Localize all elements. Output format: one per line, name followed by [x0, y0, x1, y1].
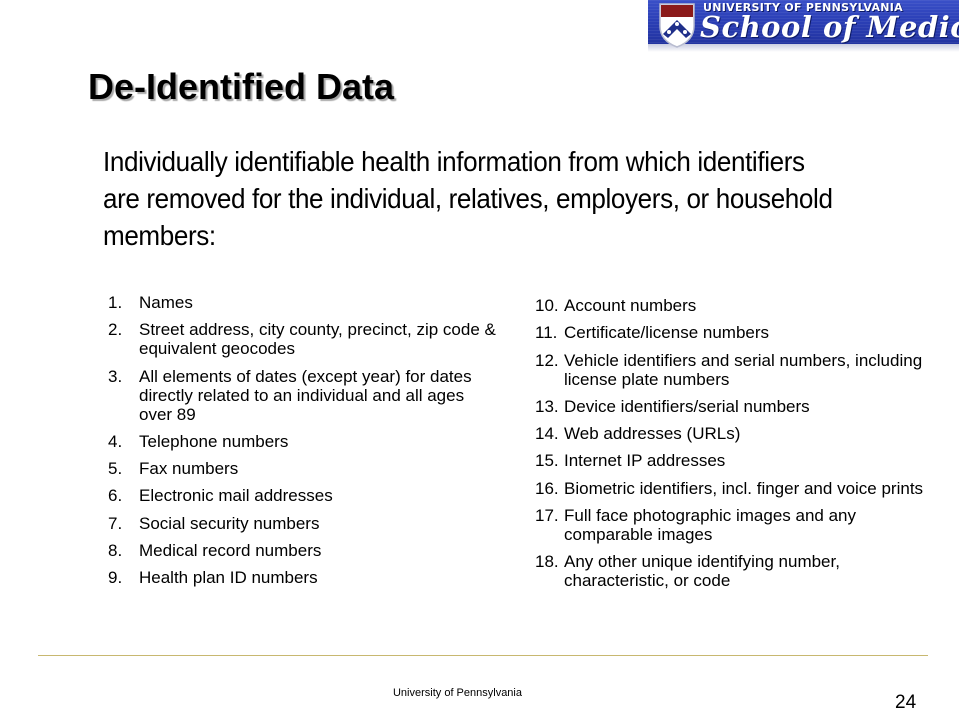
item-text: Biometric identifiers, incl. finger and … [564, 478, 924, 498]
list-item: 1. Names [108, 293, 498, 312]
list-item: 7. Social security numbers [108, 514, 498, 533]
item-number: 10. [535, 296, 559, 315]
item-number: 16. [535, 478, 559, 498]
penn-shield-icon [659, 3, 695, 48]
item-number: 13. [535, 396, 559, 416]
item-text: Telephone numbers [139, 431, 289, 451]
item-text: Web addresses (URLs) [564, 424, 741, 444]
item-number: 5. [108, 459, 123, 479]
item-number: 17. [535, 506, 559, 526]
item-number: 1. [108, 293, 123, 312]
item-number: 9. [108, 568, 123, 588]
item-text: Vehicle identifiers and serial numbers, … [564, 350, 923, 389]
item-number: 6. [108, 486, 123, 506]
list-item: 15. Internet IP addresses [535, 451, 935, 470]
item-number: 12. [535, 350, 559, 370]
list-item: 9. Health plan ID numbers [108, 568, 498, 587]
list-item: 10. Account numbers [535, 296, 935, 315]
item-text: Account numbers [564, 296, 697, 315]
list-item: 18. Any other unique identifying number, … [535, 552, 935, 590]
page-number: 24 [895, 692, 917, 713]
slide-title: De-Identified Data [88, 66, 395, 107]
list-item: 11. Certificate/license numbers [535, 323, 935, 342]
item-number: 14. [535, 424, 559, 444]
item-number: 2. [108, 320, 123, 340]
list-item: 8. Medical record numbers [108, 541, 498, 560]
list-item: 17. Full face photographic images and any… [535, 506, 935, 544]
list-item: 2. Street address, city county, precinct,… [108, 320, 498, 358]
item-text: Street address, city county, precinct, z… [139, 320, 496, 359]
list-item: 4. Telephone numbers [108, 432, 498, 451]
list-item: 5. Fax numbers [108, 459, 498, 478]
intro-paragraph: Individually identifiable health informa… [103, 146, 833, 251]
item-number: 18. [535, 552, 559, 572]
item-text: Medical record numbers [139, 541, 322, 561]
item-text: Health plan ID numbers [139, 568, 318, 588]
item-text: Names [139, 293, 193, 312]
list-item: 6. Electronic mail addresses [108, 486, 498, 505]
list-item: 16. Biometric identifiers, incl. finger a… [535, 479, 935, 498]
item-text: Full face photographic images and any co… [564, 506, 857, 545]
footer-organization: University of Pennsylvania [392, 687, 522, 699]
item-number: 8. [108, 541, 123, 561]
footer-divider [38, 655, 928, 656]
item-text: Electronic mail addresses [139, 486, 333, 506]
list-item: 14. Web addresses (URLs) [535, 424, 935, 443]
item-text: Fax numbers [139, 459, 239, 479]
list-item: 3. All elements of dates (except year) fo… [108, 367, 498, 424]
identifiers-list-right: 10. Account numbers 11. Certificate/licens… [535, 296, 935, 599]
item-text: All elements of dates (except year) for … [139, 366, 472, 424]
identifiers-list-left: 1. Names 2. Street address, city county, p… [108, 293, 498, 596]
list-item: 13. Device identifiers/serial numbers [535, 397, 935, 416]
item-number: 7. [108, 513, 123, 533]
item-text: Any other unique identifying number, cha… [564, 552, 840, 591]
school-name-label: School of Medicine [700, 10, 959, 44]
item-number: 15. [535, 451, 559, 471]
item-text: Device identifiers/serial numbers [564, 396, 810, 416]
list-item: 12. Vehicle identifiers and serial number… [535, 351, 935, 389]
item-text: Social security numbers [139, 513, 320, 533]
item-text: Certificate/license numbers [564, 323, 770, 343]
item-text: Internet IP addresses [564, 451, 726, 471]
item-number: 3. [108, 366, 123, 386]
item-number: 11. [535, 323, 558, 343]
item-number: 4. [108, 431, 123, 451]
